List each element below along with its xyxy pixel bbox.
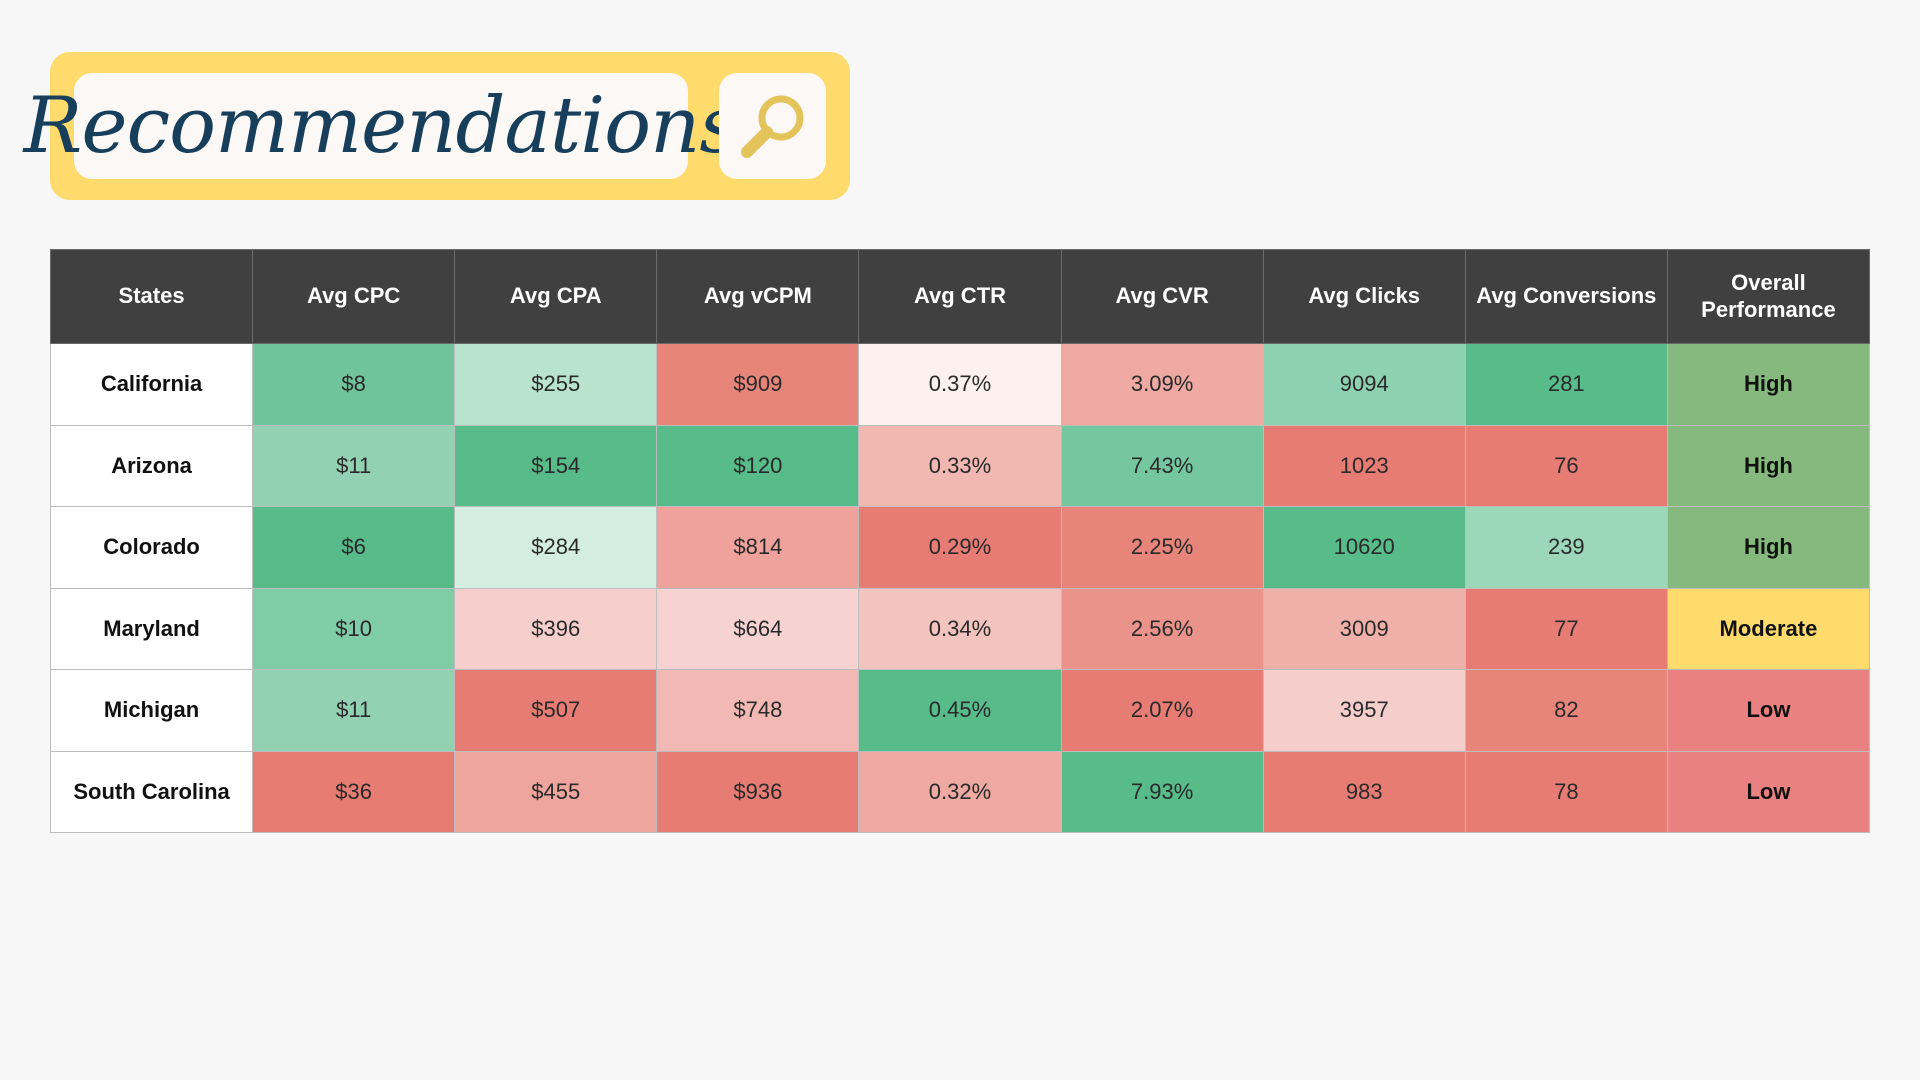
state-cell: Colorado — [49, 506, 254, 589]
state-cell: California — [49, 343, 254, 426]
col-header-states: States — [49, 249, 254, 344]
metric-cell: 0.29% — [858, 506, 1062, 589]
col-header-avg-cpa: Avg CPA — [454, 249, 658, 344]
metric-cell: 76 — [1464, 424, 1668, 507]
metric-cell: $11 — [252, 669, 456, 752]
metric-cell: $455 — [454, 750, 658, 833]
metric-cell: $255 — [454, 343, 658, 426]
title-box: Recommendations — [24, 73, 739, 179]
metric-cell: 78 — [1464, 750, 1668, 833]
metric-cell: $396 — [454, 587, 658, 670]
metric-cell: $748 — [656, 669, 860, 752]
col-header-avg-clicks: Avg Clicks — [1262, 249, 1466, 344]
metric-cell: 0.33% — [858, 424, 1062, 507]
metric-cell: $154 — [454, 424, 658, 507]
col-header-avg-vcpm: Avg vCPM — [656, 249, 860, 344]
metric-cell: $120 — [656, 424, 860, 507]
col-header-avg-cpc: Avg CPC — [252, 249, 456, 344]
state-cell: Maryland — [49, 587, 254, 670]
table-body: California $8 $255 $909 0.37% 3.09% 9094 281 Hig… — [49, 343, 1871, 833]
performance-cell: High — [1666, 343, 1871, 426]
col-header-avg-conversions: Avg Conversions — [1464, 249, 1668, 344]
metric-cell: 3.09% — [1060, 343, 1264, 426]
metric-cell: 1023 — [1262, 424, 1466, 507]
metric-cell: 239 — [1464, 506, 1668, 589]
metric-cell: 0.34% — [858, 587, 1062, 670]
metric-cell: $284 — [454, 506, 658, 589]
metric-cell: 983 — [1262, 750, 1466, 833]
metric-cell: 0.32% — [858, 750, 1062, 833]
metric-cell: 0.37% — [858, 343, 1062, 426]
performance-table: States Avg CPC Avg CPA Avg vCPM Avg CTR … — [49, 249, 1871, 833]
metric-cell: 77 — [1464, 587, 1668, 670]
table-header-row: States Avg CPC Avg CPA Avg vCPM Avg CTR … — [49, 249, 1871, 344]
metric-cell: $664 — [656, 587, 860, 670]
table-row: Arizona $11 $154 $120 0.33% 7.43% 1023 76 High — [49, 424, 1871, 507]
metric-cell: 9094 — [1262, 343, 1466, 426]
performance-cell: High — [1666, 424, 1871, 507]
metric-cell: 2.25% — [1060, 506, 1264, 589]
metric-cell: $507 — [454, 669, 658, 752]
metric-cell: 7.93% — [1060, 750, 1264, 833]
metric-cell: $10 — [252, 587, 456, 670]
metric-cell: $936 — [656, 750, 860, 833]
performance-cell: High — [1666, 506, 1871, 589]
metric-cell: 2.07% — [1060, 669, 1264, 752]
table-row: Maryland $10 $396 $664 0.34% 2.56% 3009 77 Moder… — [49, 587, 1871, 670]
metric-cell: $36 — [252, 750, 456, 833]
metric-cell: 10620 — [1262, 506, 1466, 589]
table-row: South Carolina $36 $455 $936 0.32% 7.93% 983 78… — [49, 750, 1871, 833]
col-header-avg-cvr: Avg CVR — [1060, 249, 1264, 344]
table-row: Colorado $6 $284 $814 0.29% 2.25% 10620 239 High — [49, 506, 1871, 589]
metric-cell: $909 — [656, 343, 860, 426]
metric-cell: 0.45% — [858, 669, 1062, 752]
table-row: Michigan $11 $507 $748 0.45% 2.07% 3957 82 Low — [49, 669, 1871, 752]
col-header-avg-ctr: Avg CTR — [858, 249, 1062, 344]
performance-cell: Low — [1666, 669, 1871, 752]
table-row: California $8 $255 $909 0.37% 3.09% 9094 281 Hig… — [49, 343, 1871, 426]
performance-cell: Low — [1666, 750, 1871, 833]
page-title: Recommendations — [23, 81, 740, 171]
search-button[interactable] — [719, 73, 826, 179]
state-cell: Arizona — [49, 424, 254, 507]
state-cell: South Carolina — [49, 750, 254, 833]
metric-cell: 3957 — [1262, 669, 1466, 752]
metric-cell: 82 — [1464, 669, 1668, 752]
metric-cell: 3009 — [1262, 587, 1466, 670]
metric-cell: $11 — [252, 424, 456, 507]
metric-cell: 7.43% — [1060, 424, 1264, 507]
col-header-overall-performance: Overall Performance — [1666, 249, 1871, 344]
metric-cell: $8 — [252, 343, 456, 426]
metric-cell: 281 — [1464, 343, 1668, 426]
title-banner: Recommendations — [24, 52, 850, 200]
performance-cell: Moderate — [1666, 587, 1871, 670]
metric-cell: $814 — [656, 506, 860, 589]
state-cell: Michigan — [49, 669, 254, 752]
metric-cell: 2.56% — [1060, 587, 1264, 670]
magnifier-icon — [740, 95, 803, 158]
metric-cell: $6 — [252, 506, 456, 589]
